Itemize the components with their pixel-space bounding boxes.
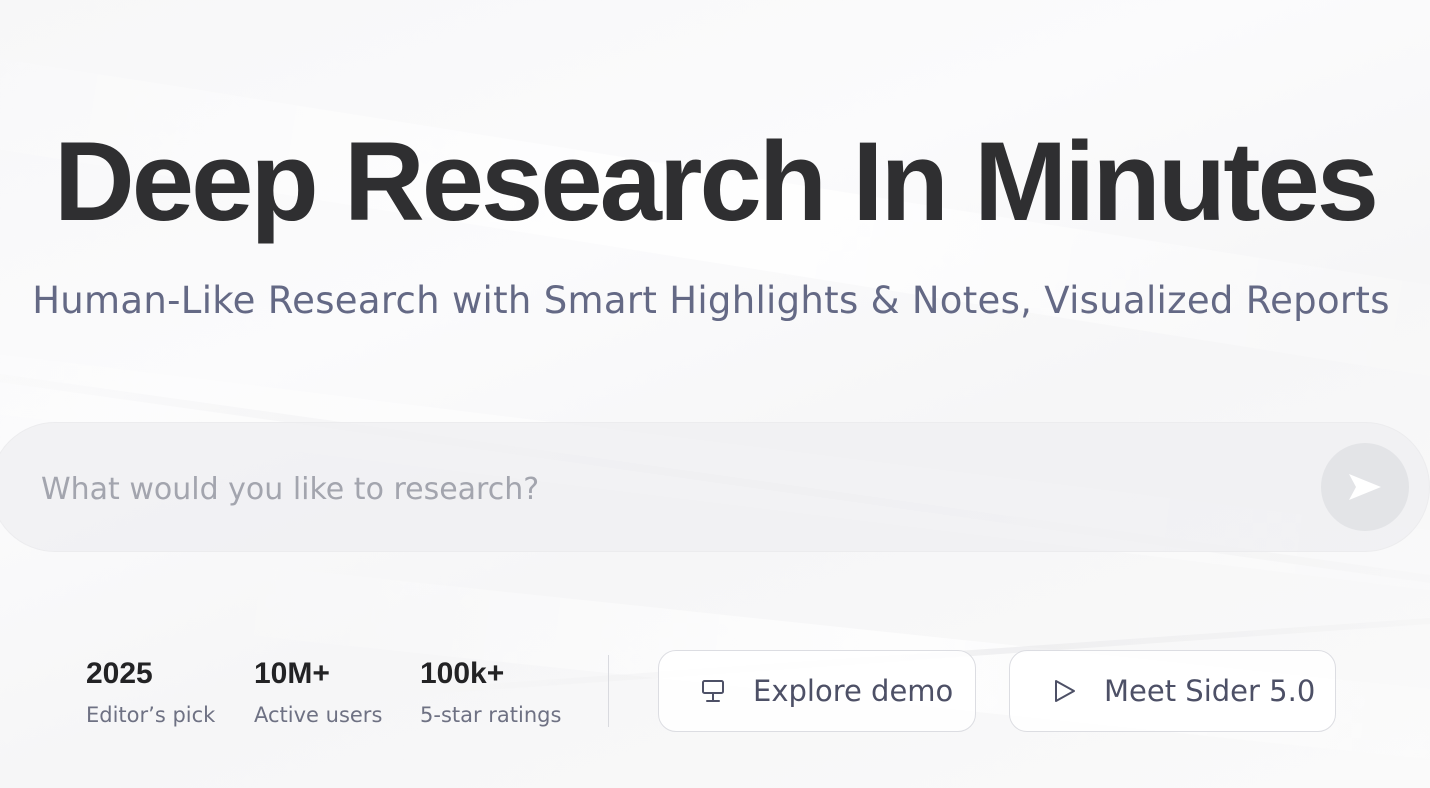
meet-sider-label: Meet Sider 5.0	[1104, 674, 1316, 708]
monitor-icon	[699, 677, 727, 705]
research-query-input[interactable]	[41, 466, 1241, 512]
stat-value: 2025	[86, 657, 153, 690]
stat-label: 5-star ratings	[420, 703, 562, 727]
stats-divider	[608, 655, 609, 727]
send-button[interactable]	[1321, 443, 1409, 531]
stat-ratings: 100k+ 5-star ratings	[420, 656, 561, 728]
meet-sider-button[interactable]: Meet Sider 5.0	[1009, 650, 1336, 732]
stat-label: Editor’s pick	[86, 703, 216, 727]
explore-demo-label: Explore demo	[753, 674, 954, 708]
stat-active-users: 10M+ Active users	[254, 656, 382, 728]
stat-editors-pick: 2025 Editor’s pick	[86, 656, 215, 728]
stat-label: Active users	[254, 703, 383, 727]
page-subtitle: Human-Like Research with Smart Highlight…	[32, 279, 1390, 322]
stat-value: 10M+	[254, 657, 330, 690]
send-icon	[1349, 474, 1381, 500]
stat-value: 100k+	[420, 657, 505, 690]
page-title: Deep Research In Minutes	[53, 119, 1379, 244]
explore-demo-button[interactable]: Explore demo	[658, 650, 976, 732]
play-icon	[1050, 677, 1078, 705]
